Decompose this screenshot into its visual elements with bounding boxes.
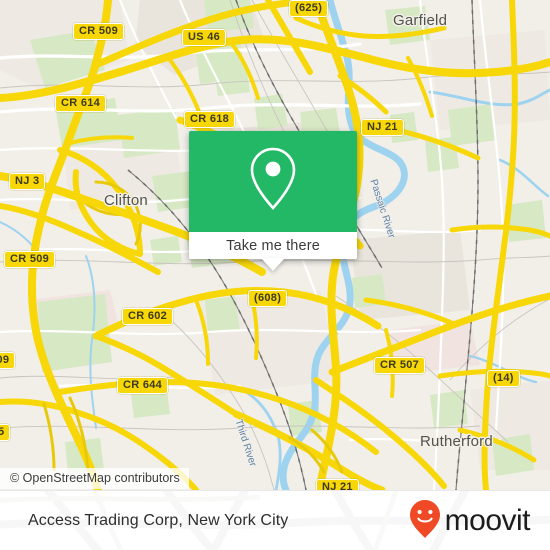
page-title: Access Trading Corp, New York City [28,512,289,529]
map-canvas[interactable]: .rd { fill:none; stroke:#f7d708; stroke-… [0,0,550,490]
road-shield-cr-614[interactable]: CR 614 [55,95,107,112]
place-label-garfield: Garfield [393,12,448,29]
road-shield-nj-21-north[interactable]: NJ 21 [361,119,404,136]
osm-attribution[interactable]: © OpenStreetMap contributors [0,468,189,489]
moovit-wordmark: moovit [444,504,531,537]
road-shield-509-clipped[interactable]: 509 [0,352,16,369]
popup-footer[interactable]: Take me there [189,232,357,271]
road-shield-625[interactable]: (625) [289,0,329,17]
moovit-smiley-pin-icon [409,499,441,544]
moovit-logo[interactable]: moovit [409,491,531,550]
road-shield-nj-3[interactable]: NJ 3 [9,173,46,190]
road-shield-cr-644[interactable]: CR 644 [117,377,169,394]
road-shield-cr-509-west[interactable]: CR 509 [4,251,56,268]
popup-header [189,131,357,232]
page-footer: Access Trading Corp, New York City moovi… [0,490,550,550]
road-shield-14[interactable]: (14) [487,370,520,387]
road-shield-cr-602[interactable]: CR 602 [122,308,174,325]
popup-tail-pointer [261,258,285,271]
road-shield-nj-21-south[interactable]: NJ 21 [316,479,359,490]
road-shield-5-clipped[interactable]: 5 [0,424,11,441]
road-shield-cr-509-north[interactable]: CR 509 [73,23,125,40]
map-page: .rd { fill:none; stroke:#f7d708; stroke-… [0,0,550,550]
road-shield-cr-507[interactable]: CR 507 [374,357,426,374]
location-popup-card[interactable]: Take me there [189,131,357,271]
map-pin-icon [245,144,301,219]
road-shield-us-46[interactable]: US 46 [182,29,227,46]
road-shield-608[interactable]: (608) [248,290,288,307]
road-shield-cr-618[interactable]: CR 618 [184,111,236,128]
place-label-rutherford: Rutherford [420,433,493,450]
take-me-there-button[interactable]: Take me there [226,238,320,254]
place-label-clifton: Clifton [104,192,148,209]
